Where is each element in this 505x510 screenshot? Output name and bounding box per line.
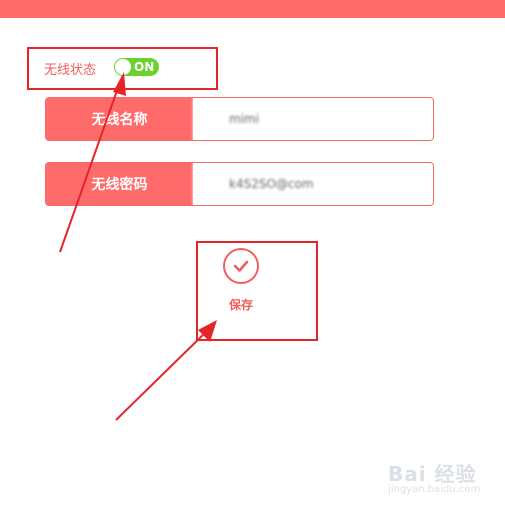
watermark-main-text: Bai 经验	[388, 462, 477, 486]
watermark-url-text: jingyan.baidu.com	[388, 484, 481, 495]
wireless-name-field: 无线名称 mimi	[45, 97, 434, 141]
wireless-password-input[interactable]: k4S2SO@com	[193, 163, 433, 205]
wireless-name-label: 无线名称	[46, 98, 193, 140]
annotation-arrow-save	[115, 329, 209, 421]
wireless-name-input[interactable]: mimi	[193, 98, 433, 140]
wireless-password-field: 无线密码 k4S2SO@com	[45, 162, 434, 206]
top-header-bar	[0, 0, 505, 18]
annotation-highlight-save	[196, 241, 318, 341]
annotation-highlight-toggle	[27, 47, 218, 90]
baidu-jingyan-watermark: Bai 经验 jingyan.baidu.com	[388, 458, 503, 498]
wireless-password-label: 无线密码	[46, 163, 193, 205]
